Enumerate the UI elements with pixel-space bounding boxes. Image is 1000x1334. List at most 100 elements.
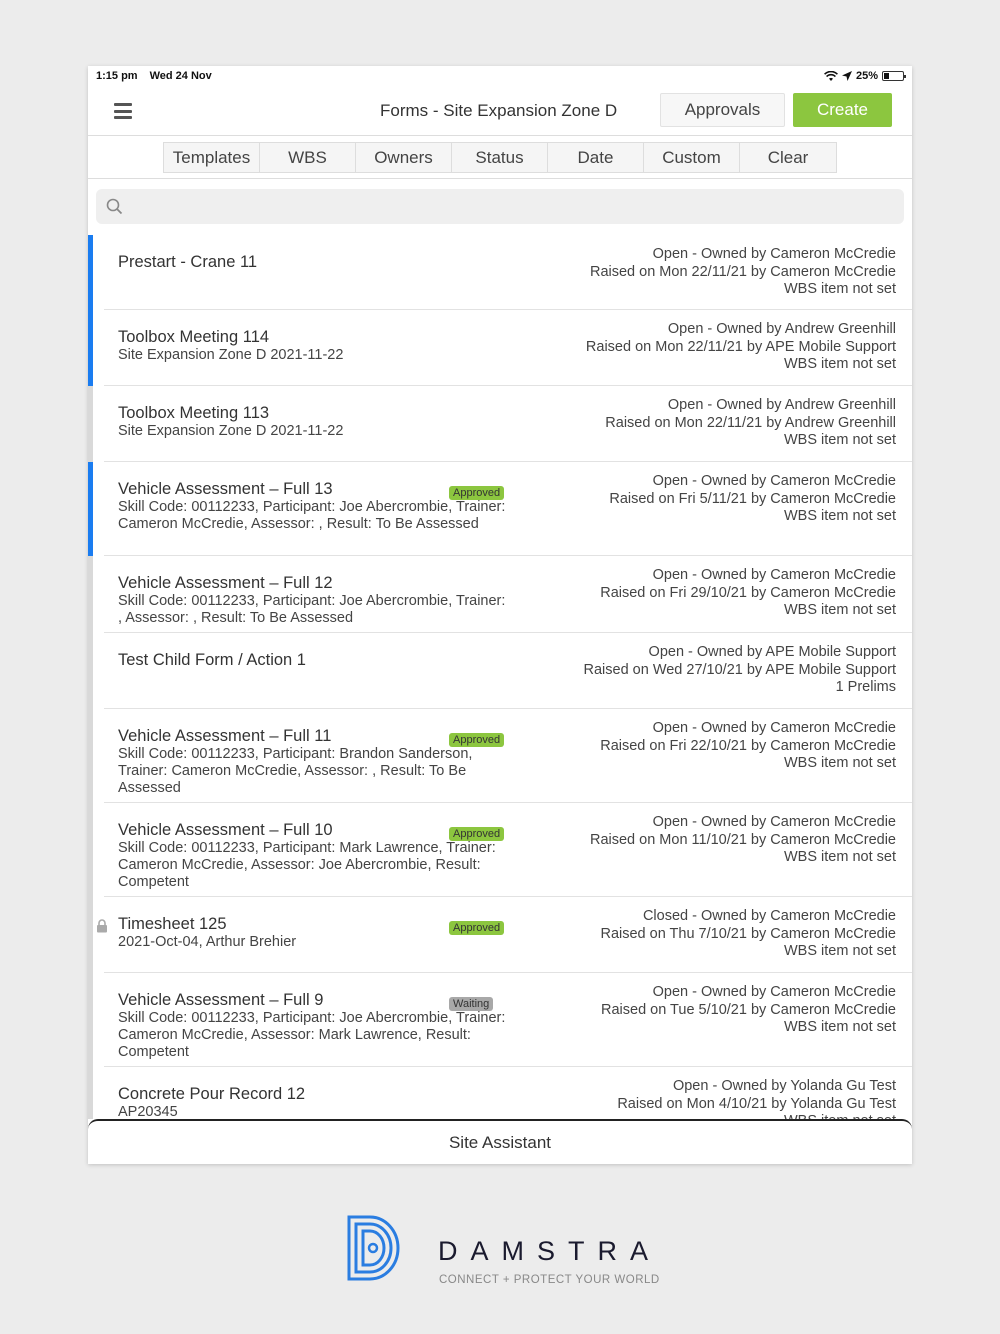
site-assistant-bar[interactable]: Site Assistant: [88, 1119, 912, 1164]
row-status-marker: [88, 803, 93, 897]
form-wbs: 1 Prelims: [835, 679, 896, 696]
filter-date[interactable]: Date: [548, 143, 644, 172]
form-status: Open - Owned by Yolanda Gu Test: [672, 1078, 896, 1094]
status-time: 1:15 pm: [96, 70, 138, 82]
form-title: Concrete Pour Record 12: [118, 1085, 306, 1103]
page-title: Forms - Site Expansion Zone D: [380, 101, 618, 120]
form-raised: Raised on Mon 11/10/21 by Cameron McCred…: [589, 831, 896, 848]
row-status-marker: [88, 556, 93, 633]
location-arrow-icon: [841, 71, 852, 81]
form-row[interactable]: Toolbox Meeting 113 Site Expansion Zone D…: [88, 386, 912, 462]
form-row[interactable]: Vehicle Assessment – Full 11 Skill Code: …: [88, 709, 912, 803]
create-button[interactable]: Create: [793, 93, 892, 127]
form-row[interactable]: Prestart - Crane 11 Open - Owned by Camer…: [88, 235, 912, 310]
form-raised: Raised on Fri 29/10/21 by Cameron McCred…: [600, 584, 896, 601]
search-bar: [96, 189, 904, 224]
form-info: Concrete Pour Record 12 AP20345: [118, 1084, 508, 1119]
form-wbs: WBS item not set: [783, 943, 896, 960]
form-meta: Open - Owned by Cameron McCredie Raised o…: [609, 473, 896, 526]
row-status-marker: [88, 310, 93, 386]
lock-icon: [97, 919, 107, 933]
form-status: Open - Owned by Cameron McCredie: [652, 814, 896, 830]
form-list[interactable]: Prestart - Crane 11 Open - Owned by Camer…: [88, 235, 912, 1119]
search-input[interactable]: [130, 198, 904, 215]
row-status-marker: [88, 386, 93, 462]
status-badge: Approved: [449, 733, 505, 747]
status-badge: Approved: [449, 921, 505, 935]
search-icon: [106, 198, 123, 215]
menu-icon[interactable]: [114, 103, 132, 119]
form-title: Prestart - Crane 11: [118, 253, 258, 271]
form-subtitle: Skill Code: 00112233, Participant: Mark …: [118, 840, 496, 890]
form-title: Vehicle Assessment – Full 12: [118, 574, 333, 592]
form-subtitle: Skill Code: 00112233, Participant: Brand…: [118, 746, 473, 796]
form-status: Open - Owned by Cameron McCredie: [652, 984, 896, 1000]
row-status-marker: [88, 973, 93, 1067]
filter-wbs[interactable]: WBS: [260, 143, 356, 172]
form-status: Open - Owned by Andrew Greenhill: [667, 321, 896, 337]
form-raised: Raised on Mon 4/10/21 by Yolanda Gu Test: [617, 1095, 896, 1112]
form-title: Test Child Form / Action 1: [118, 651, 306, 669]
form-row[interactable]: Timesheet 125 2021-Oct-04, Arthur Brehier…: [88, 897, 912, 973]
filter-owners[interactable]: Owners: [356, 143, 452, 172]
row-status-marker: [88, 1067, 93, 1119]
row-status-marker: [88, 709, 93, 803]
form-title: Toolbox Meeting 113: [118, 404, 270, 422]
form-meta: Open - Owned by Cameron McCredie Raised o…: [601, 984, 896, 1037]
form-row[interactable]: Test Child Form / Action 1 Open - Owned b…: [88, 633, 912, 709]
form-status: Open - Owned by Cameron McCredie: [652, 567, 896, 583]
form-subtitle: Site Expansion Zone D 2021-11-22: [118, 423, 344, 439]
form-wbs: WBS item not set: [783, 281, 896, 298]
form-meta: Open - Owned by Andrew Greenhill Raised o…: [586, 321, 896, 374]
form-raised: Raised on Mon 22/11/21 by Andrew Greenhi…: [605, 414, 896, 431]
form-row[interactable]: Vehicle Assessment – Full 9 Skill Code: 0…: [88, 973, 912, 1067]
form-row[interactable]: Vehicle Assessment – Full 10 Skill Code: …: [88, 803, 912, 897]
form-meta: Open - Owned by Cameron McCredie Raised o…: [600, 720, 896, 773]
damstra-logo: [347, 1215, 400, 1281]
search-area: [88, 179, 912, 235]
form-info: Test Child Form / Action 1: [118, 650, 508, 670]
brand-tagline: CONNECT + PROTECT YOUR WORLD: [439, 1274, 660, 1286]
row-status-marker: [88, 897, 93, 973]
form-subtitle: Site Expansion Zone D 2021-11-22: [118, 347, 344, 363]
form-meta: Open - Owned by Andrew Greenhill Raised o…: [605, 397, 896, 450]
filter-templates[interactable]: Templates: [164, 143, 260, 172]
form-wbs: WBS item not set: [783, 1019, 896, 1036]
form-raised: Raised on Fri 22/10/21 by Cameron McCred…: [600, 737, 896, 754]
form-row[interactable]: Vehicle Assessment – Full 13 Skill Code: …: [88, 462, 912, 556]
form-status: Open - Owned by APE Mobile Support: [648, 644, 896, 660]
form-status: Closed - Owned by Cameron McCredie: [642, 908, 896, 924]
form-wbs: WBS item not set: [783, 849, 896, 866]
form-subtitle: Skill Code: 00112233, Participant: Joe A…: [118, 593, 506, 626]
status-badge: Approved: [449, 486, 505, 500]
form-info: Prestart - Crane 11: [118, 252, 508, 272]
form-status: Open - Owned by Cameron McCredie: [652, 246, 896, 262]
form-subtitle: 2021-Oct-04, Arthur Brehier: [118, 934, 297, 950]
site-assistant-label: Site Assistant: [448, 1132, 552, 1152]
form-raised: Raised on Mon 22/11/21 by APE Mobile Sup…: [585, 338, 896, 355]
form-raised: Raised on Thu 7/10/21 by Cameron McCredi…: [600, 925, 896, 942]
filter-segments: Templates WBS Owners Status Date Custom …: [163, 142, 837, 173]
form-wbs: WBS item not set: [783, 432, 896, 449]
row-status-marker: [88, 462, 93, 556]
row-status-marker: [88, 633, 93, 709]
approvals-button[interactable]: Approvals: [660, 93, 785, 127]
form-status: Open - Owned by Cameron McCredie: [652, 720, 896, 736]
form-raised: Raised on Tue 5/10/21 by Cameron McCredi…: [601, 1001, 896, 1018]
filter-clear[interactable]: Clear: [740, 143, 836, 172]
status-badge: Approved: [449, 827, 505, 841]
form-row[interactable]: Vehicle Assessment – Full 12 Skill Code: …: [88, 556, 912, 633]
filter-status[interactable]: Status: [452, 143, 548, 172]
form-wbs: WBS item not set: [783, 602, 896, 619]
form-wbs: WBS item not set: [783, 356, 896, 373]
filter-bar: Templates WBS Owners Status Date Custom …: [88, 136, 912, 179]
form-row[interactable]: Toolbox Meeting 114 Site Expansion Zone D…: [88, 310, 912, 386]
status-bar: 1:15 pm Wed 24 Nov 25%: [88, 66, 912, 86]
status-date: Wed 24 Nov: [149, 70, 212, 82]
form-status: Open - Owned by Cameron McCredie: [652, 473, 896, 489]
form-info: Toolbox Meeting 113 Site Expansion Zone D…: [118, 403, 508, 440]
filter-custom[interactable]: Custom: [644, 143, 740, 172]
form-subtitle: AP20345: [118, 1104, 178, 1119]
form-meta: Open - Owned by Cameron McCredie Raised o…: [590, 814, 896, 867]
form-row[interactable]: Concrete Pour Record 12 AP20345 Open - Own…: [88, 1067, 912, 1119]
